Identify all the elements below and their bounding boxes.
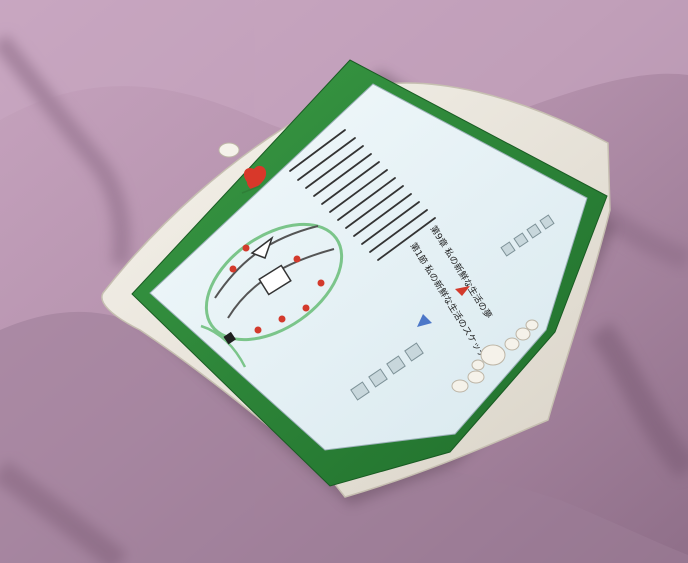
pad-button-6 — [471, 359, 485, 371]
pad-button-2 — [467, 370, 485, 384]
pad-button-3 — [504, 337, 520, 351]
pad-button-4 — [515, 327, 531, 341]
dpad-center — [480, 344, 506, 366]
tablet-photo: 第9章 私の新鮮な生活の夢 第1節 私の新鮮な生活のスケッチ — [0, 0, 688, 563]
top-button — [218, 142, 240, 158]
pad-button-1 — [451, 379, 469, 393]
pad-button-5 — [525, 319, 539, 331]
